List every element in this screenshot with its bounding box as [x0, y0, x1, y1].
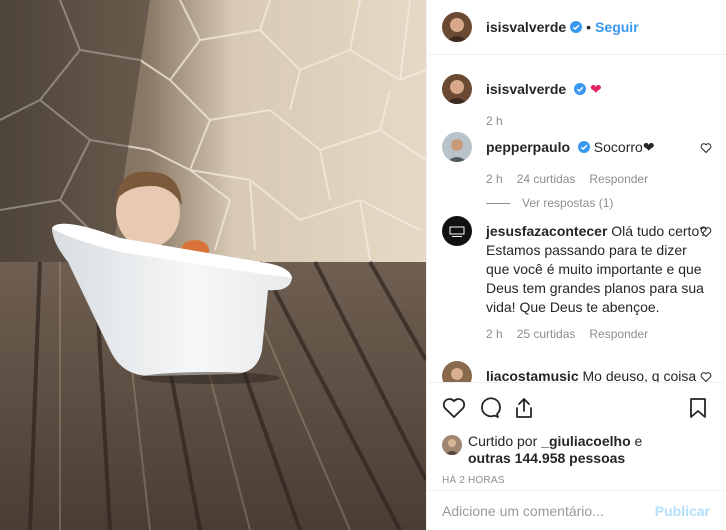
follow-button[interactable]: Seguir: [595, 19, 639, 35]
view-replies-button[interactable]: Ver respostas (1): [486, 196, 712, 210]
post-caption: isisvalverde ❤ 2 h: [442, 74, 712, 128]
comment-like-heart-icon[interactable]: [700, 371, 712, 382]
action-icons: [442, 393, 710, 423]
commenter-avatar[interactable]: [442, 216, 472, 246]
verified-badge-icon: [574, 83, 587, 95]
comment-input[interactable]: [442, 502, 655, 519]
comment-meta: 2 h 24 curtidas Responder: [486, 172, 712, 186]
comment-username[interactable]: liacostamusic: [486, 368, 579, 382]
post-photo[interactable]: [0, 0, 426, 530]
replies-divider: [486, 202, 510, 204]
reply-button[interactable]: Responder: [589, 172, 648, 186]
liked-by-user[interactable]: _giuliacoelho: [541, 433, 630, 449]
share-icon[interactable]: [512, 396, 536, 420]
caption-time[interactable]: 2 h: [486, 114, 503, 128]
comment-time[interactable]: 2 h: [486, 172, 503, 186]
liker-avatar[interactable]: [442, 435, 462, 455]
comment-meta: 2 h 25 curtidas Responder: [486, 327, 712, 341]
post-actions: Curtido por _giuliacoelho e outras 144.9…: [427, 382, 725, 486]
author-avatar[interactable]: [442, 12, 472, 42]
comment-username[interactable]: jesusfazacontecer: [486, 223, 607, 239]
caption-username[interactable]: isisvalverde: [486, 81, 566, 97]
caption-text: ❤: [589, 81, 602, 97]
likes-summary: Curtido por _giuliacoelho e outras 144.9…: [442, 433, 710, 467]
add-comment-bar: Publicar: [427, 490, 725, 530]
like-heart-icon[interactable]: [442, 396, 466, 420]
caption-meta: 2 h: [486, 114, 712, 128]
verified-badge-icon: [570, 21, 583, 33]
comment-like-heart-icon[interactable]: [700, 226, 712, 238]
comment-item: pepperpaulo Socorro❤ 2 h 24 curtidas Res…: [442, 132, 712, 210]
publish-button[interactable]: Publicar: [655, 503, 710, 519]
liked-by-others[interactable]: outras 144.958 pessoas: [468, 450, 625, 466]
post-header: isisvalverde • Seguir: [427, 0, 726, 55]
save-bookmark-icon[interactable]: [686, 396, 710, 420]
comment-bubble-icon[interactable]: [477, 396, 501, 420]
separator-dot: •: [586, 19, 592, 35]
comments-list[interactable]: isisvalverde ❤ 2 h pepperpaulo Socorro❤ …: [427, 56, 725, 382]
post-timestamp[interactable]: HÁ 2 HORAS: [442, 475, 710, 486]
comment-likes[interactable]: 24 curtidas: [517, 172, 576, 186]
liked-by-middle: e: [630, 433, 643, 449]
view-replies-label: Ver respostas (1): [522, 196, 614, 210]
comment-like-heart-icon[interactable]: [700, 142, 712, 154]
comment-item: liacostamusic Mo deuso, q coisa: [442, 361, 712, 382]
reply-button[interactable]: Responder: [589, 327, 648, 341]
caption-avatar[interactable]: [442, 74, 472, 104]
verified-badge-icon: [577, 141, 590, 153]
comment-text: Socorro❤: [593, 139, 655, 155]
comment-username[interactable]: pepperpaulo: [486, 139, 570, 155]
comment-text: Mo deuso, q coisa: [582, 368, 697, 382]
instagram-post: isisvalverde • Seguir isisvalverde ❤ 2 h…: [0, 0, 726, 530]
commenter-avatar[interactable]: [442, 361, 472, 382]
photo-illustration: [0, 0, 426, 530]
commenter-avatar[interactable]: [442, 132, 472, 162]
post-side-panel: isisvalverde • Seguir isisvalverde ❤ 2 h…: [426, 0, 726, 530]
liked-by-prefix: Curtido por: [468, 433, 542, 449]
comment-time[interactable]: 2 h: [486, 327, 503, 341]
comment-item: jesusfazacontecer Olá tudo certo? Estamo…: [442, 216, 712, 341]
comment-likes[interactable]: 25 curtidas: [517, 327, 576, 341]
author-username[interactable]: isisvalverde: [486, 19, 566, 35]
